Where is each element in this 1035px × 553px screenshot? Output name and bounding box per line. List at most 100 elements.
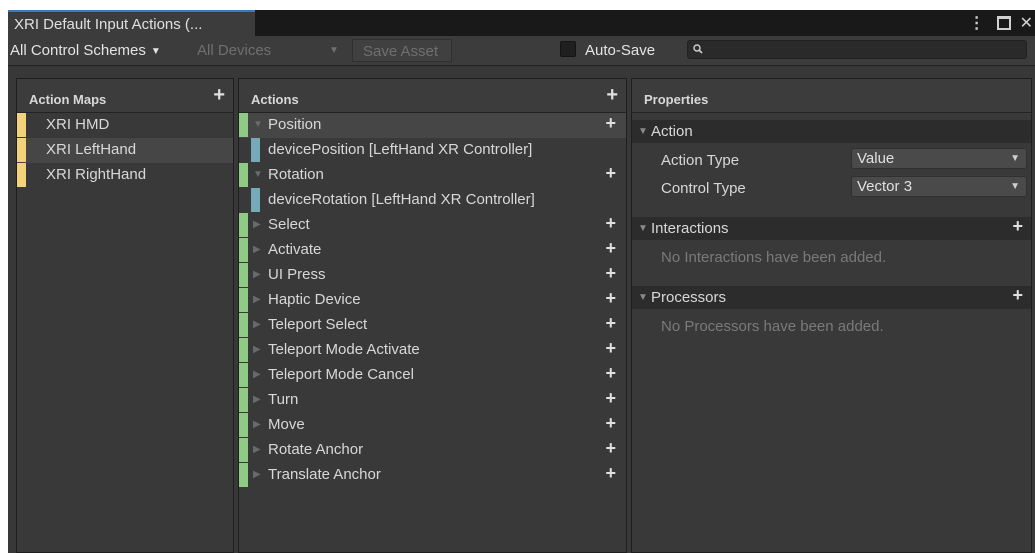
control-type-value: Vector 3: [857, 178, 913, 195]
interactions-section-header[interactable]: ▼ Interactions +: [632, 216, 1031, 240]
action-section-label: Action: [651, 123, 693, 140]
action-maps-panel: Action Maps + XRI HMD XRI LeftHand XRI Rig…: [16, 78, 234, 553]
caret-right-icon[interactable]: ▶: [253, 219, 261, 230]
action-item[interactable]: ▶ Rotate Anchor +: [239, 438, 626, 463]
caret-right-icon[interactable]: ▶: [253, 244, 261, 255]
add-binding-icon[interactable]: +: [605, 238, 616, 259]
action-item[interactable]: ▶ Haptic Device +: [239, 288, 626, 313]
auto-save-checkbox[interactable]: [560, 41, 576, 57]
more-options-icon[interactable]: ⋮: [969, 13, 985, 33]
properties-panel: Properties ▼ Action Action Type Value ▼ …: [631, 78, 1032, 553]
action-map-label: XRI HMD: [46, 116, 110, 133]
devices-dropdown[interactable]: All Devices: [197, 42, 271, 59]
close-icon[interactable]: ✕: [1020, 13, 1033, 33]
add-processor-icon[interactable]: +: [1012, 285, 1023, 306]
input-actions-window: XRI Default Input Actions (... ⋮ ✕ All C…: [8, 10, 1035, 553]
binding-item[interactable]: devicePosition [LeftHand XR Controller]: [239, 138, 626, 163]
action-item[interactable]: ▼ Rotation +: [239, 163, 626, 188]
add-binding-icon[interactable]: +: [605, 263, 616, 284]
action-item[interactable]: ▶ Activate +: [239, 238, 626, 263]
caret-down-icon[interactable]: ▼: [253, 119, 263, 130]
action-type-label: Action Type: [661, 152, 740, 169]
devices-label: All Devices: [197, 42, 272, 59]
action-item[interactable]: ▶ Teleport Select +: [239, 313, 626, 338]
add-binding-icon[interactable]: +: [605, 113, 616, 134]
chevron-down-icon: ▼: [329, 45, 339, 56]
add-binding-icon[interactable]: +: [605, 388, 616, 409]
toolbar: All Control Schemes ▼ All Devices ▼ Save …: [8, 36, 1035, 66]
add-binding-icon[interactable]: +: [605, 313, 616, 334]
maximize-icon[interactable]: [996, 16, 1011, 30]
add-binding-icon[interactable]: +: [605, 438, 616, 459]
caret-down-icon[interactable]: ▼: [253, 169, 263, 180]
add-binding-icon[interactable]: +: [605, 338, 616, 359]
action-item[interactable]: ▼ Position +: [239, 113, 626, 138]
color-bar: [251, 188, 260, 212]
search-input[interactable]: [687, 40, 1027, 59]
interactions-empty-message: No Interactions have been added.: [661, 249, 887, 266]
action-type-dropdown[interactable]: Value ▼: [851, 148, 1027, 169]
action-section-header[interactable]: ▼ Action: [632, 120, 1031, 143]
action-label: Activate: [268, 241, 322, 258]
interactions-section-label: Interactions: [651, 220, 729, 237]
caret-right-icon[interactable]: ▶: [253, 269, 261, 280]
color-bar: [239, 438, 248, 462]
action-item[interactable]: ▶ Teleport Mode Cancel +: [239, 363, 626, 388]
color-bar: [239, 163, 248, 187]
color-bar: [239, 313, 248, 337]
caret-down-icon: ▼: [638, 292, 648, 303]
action-label: Teleport Mode Activate: [268, 341, 420, 358]
color-bar: [239, 363, 248, 387]
actions-header: Actions +: [239, 79, 626, 113]
color-bar: [239, 463, 248, 487]
action-map-label: XRI LeftHand: [46, 141, 137, 158]
caret-right-icon[interactable]: ▶: [253, 444, 261, 455]
color-bar: [239, 288, 248, 312]
color-bar: [239, 213, 248, 237]
caret-right-icon[interactable]: ▶: [253, 294, 261, 305]
add-binding-icon[interactable]: +: [605, 363, 616, 384]
caret-right-icon[interactable]: ▶: [253, 344, 261, 355]
window-tab[interactable]: XRI Default Input Actions (...: [8, 10, 255, 36]
actions-title: Actions: [251, 92, 299, 107]
action-label: Position: [268, 116, 322, 133]
caret-right-icon[interactable]: ▶: [253, 469, 261, 480]
action-label: Rotate Anchor: [268, 441, 364, 458]
add-action-map-icon[interactable]: +: [213, 84, 225, 107]
search-icon: [693, 44, 703, 54]
action-map-item[interactable]: XRI LeftHand: [17, 138, 233, 163]
add-binding-icon[interactable]: +: [605, 163, 616, 184]
action-label: Teleport Select: [268, 316, 368, 333]
action-item[interactable]: ▶ Turn +: [239, 388, 626, 413]
add-binding-icon[interactable]: +: [605, 213, 616, 234]
add-binding-icon[interactable]: +: [605, 288, 616, 309]
action-map-item[interactable]: XRI RightHand: [17, 163, 233, 188]
add-binding-icon[interactable]: +: [605, 413, 616, 434]
save-asset-button[interactable]: Save Asset: [352, 39, 452, 62]
action-map-item[interactable]: XRI HMD: [17, 113, 233, 138]
binding-item[interactable]: deviceRotation [LeftHand XR Controller]: [239, 188, 626, 213]
color-bar: [17, 163, 26, 187]
add-binding-icon[interactable]: +: [605, 463, 616, 484]
control-scheme-label: All Control Schemes: [10, 42, 146, 59]
binding-label: devicePosition [LeftHand XR Controller]: [268, 141, 533, 158]
action-label: Haptic Device: [268, 291, 361, 308]
caret-right-icon[interactable]: ▶: [253, 394, 261, 405]
add-action-icon[interactable]: +: [606, 84, 618, 107]
actions-panel: Actions + ▼ Position + devicePosition [Left…: [238, 78, 627, 553]
action-item[interactable]: ▶ Select +: [239, 213, 626, 238]
action-item[interactable]: ▶ Move +: [239, 413, 626, 438]
processors-section-header[interactable]: ▼ Processors +: [632, 285, 1031, 309]
action-item[interactable]: ▶ Translate Anchor +: [239, 463, 626, 488]
control-scheme-dropdown[interactable]: All Control Schemes ▼: [10, 42, 161, 59]
caret-right-icon[interactable]: ▶: [253, 369, 261, 380]
caret-right-icon[interactable]: ▶: [253, 419, 261, 430]
add-interaction-icon[interactable]: +: [1012, 216, 1023, 237]
action-item[interactable]: ▶ Teleport Mode Activate +: [239, 338, 626, 363]
control-type-dropdown[interactable]: Vector 3 ▼: [851, 176, 1027, 197]
caret-right-icon[interactable]: ▶: [253, 319, 261, 330]
action-maps-title: Action Maps: [29, 92, 107, 107]
window-controls: ⋮ ✕: [960, 10, 1035, 36]
action-item[interactable]: ▶ UI Press +: [239, 263, 626, 288]
color-bar: [239, 113, 248, 137]
